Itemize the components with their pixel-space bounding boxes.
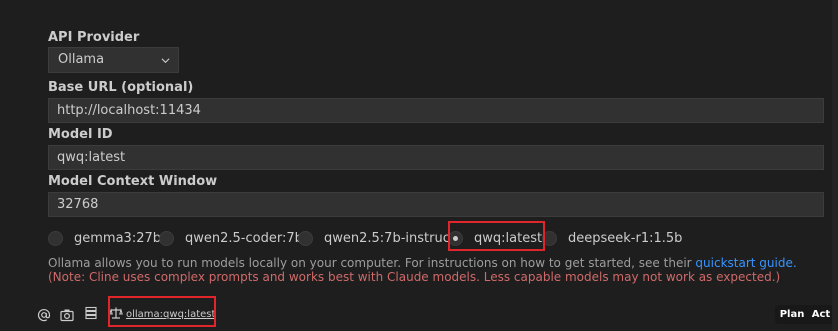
model-option-label: gemma3:27b: [74, 230, 161, 246]
radio-dot[interactable]: [159, 230, 174, 246]
act-option[interactable]: Act: [810, 305, 832, 324]
camera-icon[interactable]: [60, 308, 74, 322]
model-option[interactable]: gemma3:27b: [48, 225, 161, 251]
model-option-label: deepseek-r1:1.5b: [568, 230, 683, 246]
model-link-highlight: [108, 296, 216, 327]
radio-dot[interactable]: [298, 230, 313, 246]
quickstart-link[interactable]: quickstart guide.: [695, 256, 796, 270]
model-option[interactable]: qwen2.5-coder:7b: [159, 225, 303, 251]
model-option-label: qwen2.5:7b-instruct: [324, 230, 455, 246]
radio-dot[interactable]: [48, 230, 63, 246]
model-option-label: qwen2.5-coder:7b: [185, 230, 303, 246]
base-url-label: Base URL (optional): [48, 80, 194, 95]
model-warning: (Note: Cline uses complex prompts and wo…: [48, 270, 781, 284]
chevron-down-icon: [161, 58, 170, 64]
base-url-input[interactable]: http://localhost:11434: [48, 98, 824, 123]
api-settings-panel: API Provider Ollama Base URL (optional) …: [0, 0, 838, 331]
plan-act-toggle[interactable]: Plan Act: [775, 305, 835, 324]
api-provider-label: API Provider: [48, 30, 140, 45]
model-id-label: Model ID: [48, 127, 113, 142]
model-radio-group: gemma3:27b qwen2.5-coder:7b qwen2.5:7b-i…: [48, 225, 748, 251]
scrollbar[interactable]: [832, 0, 838, 331]
context-window-label: Model Context Window: [48, 174, 218, 189]
api-provider-select[interactable]: Ollama: [48, 47, 179, 73]
provider-description: Ollama allows you to run models locally …: [48, 256, 818, 284]
api-provider-value: Ollama: [58, 52, 105, 67]
context-window-input[interactable]: 32768: [48, 192, 824, 217]
model-id-input[interactable]: qwq:latest: [48, 145, 824, 170]
at-icon[interactable]: [37, 308, 51, 322]
server-icon[interactable]: [84, 306, 98, 320]
plan-option[interactable]: Plan: [778, 305, 806, 324]
selected-model-highlight: [448, 221, 545, 251]
model-option[interactable]: qwen2.5:7b-instruct: [298, 225, 455, 251]
model-option[interactable]: deepseek-r1:1.5b: [542, 225, 682, 251]
description-text: Ollama allows you to run models locally …: [48, 256, 696, 270]
